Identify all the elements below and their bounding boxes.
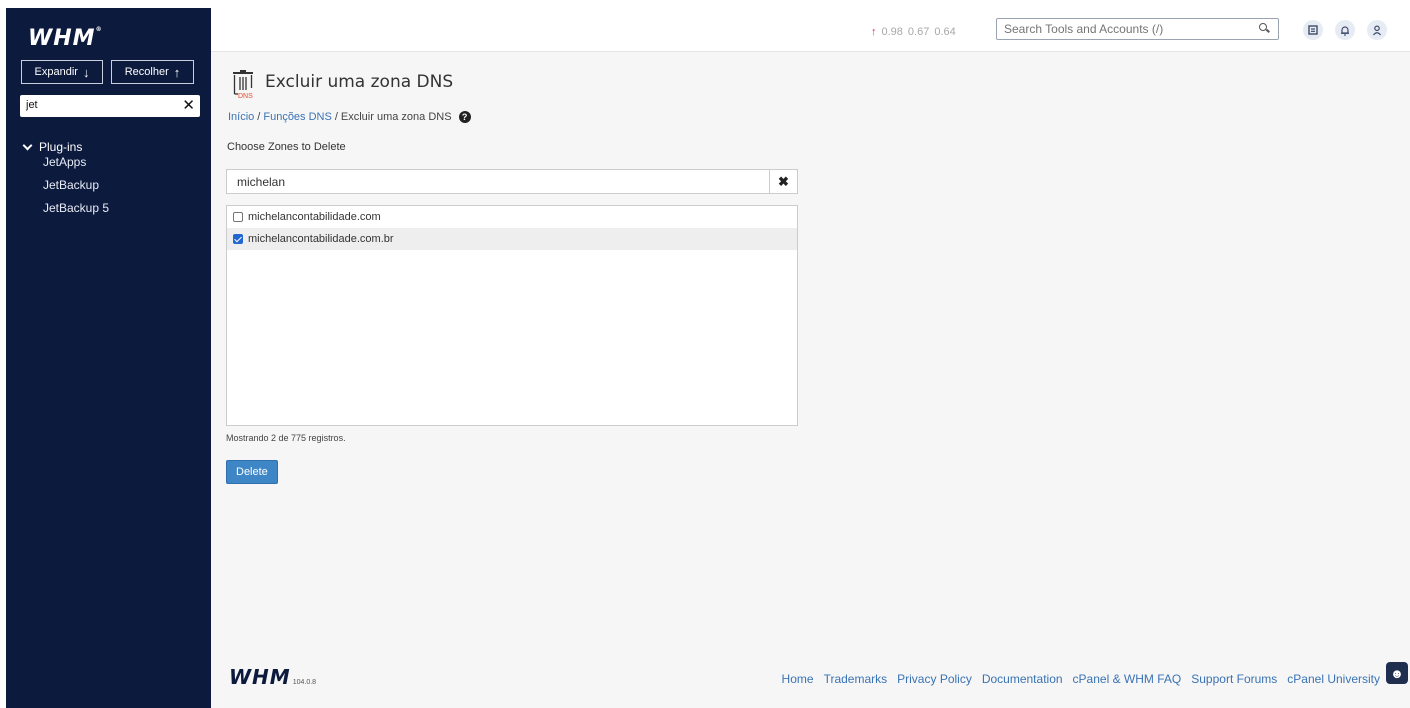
zone-filter: ✖ [226,169,798,194]
record-count: Mostrando 2 de 775 registros. [226,433,346,443]
arrow-up-icon: ↑ [871,26,877,38]
sidebar-item-jetapps[interactable]: JetApps [43,155,86,169]
sidebar-search: ✕ [20,95,200,117]
footer-link-privacy-policy[interactable]: Privacy Policy [897,672,972,686]
dns-icon-label: DNS [238,93,253,100]
zone-filter-input[interactable] [227,170,769,193]
sidebar-section-label: Plug-ins [39,140,83,154]
expand-button[interactable]: Expandir ↓ [21,60,103,84]
sidebar-search-input[interactable] [20,95,170,115]
collapse-button[interactable]: Recolher ↑ [111,60,194,84]
footer-link-cpanel-university[interactable]: cPanel University [1287,672,1380,686]
chevron-down-icon [22,140,33,150]
zone-row[interactable]: michelancontabilidade.com [227,206,797,228]
sidebar-item-jetbackup-5[interactable]: JetBackup 5 [43,201,109,215]
page-title: Excluir uma zona DNS [265,72,454,92]
search-icon[interactable] [1255,20,1273,38]
footer-link-trademarks[interactable]: Trademarks [824,672,888,686]
clear-filter-button[interactable]: ✖ [769,170,797,193]
sidebar-section-plugins[interactable]: Plug-ins [22,140,83,154]
topbar: ↑ 0.98 0.67 0.64 [211,8,1410,52]
breadcrumb-separator: / [257,111,261,123]
whm-footer-logo: WHM [229,665,291,689]
breadcrumb-home-link[interactable]: Início [228,111,254,123]
server-load: ↑ 0.98 0.67 0.64 [871,26,956,38]
help-icon[interactable]: ? [458,111,471,123]
load-15: 0.64 [934,26,956,38]
search-input[interactable] [997,22,1255,36]
footer-link-home[interactable]: Home [782,672,814,686]
sidebar: WHM® Expandir ↓ Recolher ↑ ✕ Plug-ins Je… [6,8,211,708]
footer-links: Home Trademarks Privacy Policy Documenta… [782,672,1380,686]
sidebar-item-jetbackup[interactable]: JetBackup [43,178,99,192]
breadcrumb-separator: / [334,111,338,123]
whm-logo[interactable]: WHM® [28,26,103,51]
zone-label: michelancontabilidade.com.br [248,233,394,245]
arrow-up-icon: ↑ [173,64,181,80]
arrow-down-icon: ↓ [82,64,90,80]
load-5: 0.67 [907,26,930,38]
delete-button[interactable]: Delete [226,460,278,484]
footer-link-faq[interactable]: cPanel & WHM FAQ [1073,672,1182,686]
footer-link-support-forums[interactable]: Support Forums [1191,672,1277,686]
choose-zones-label: Choose Zones to Delete [227,141,346,153]
zone-row[interactable]: michelancontabilidade.com.br [227,228,797,250]
collapse-label: Recolher [124,66,169,78]
user-icon[interactable] [1367,20,1387,40]
breadcrumb-parent-link[interactable]: Funções DNS [263,111,331,123]
breadcrumb: Início / Funções DNS / Excluir uma zona … [228,111,471,123]
footer-link-documentation[interactable]: Documentation [982,672,1063,686]
expand-label: Expandir [34,66,78,78]
zone-checkbox[interactable] [233,212,243,222]
main-content: DNS Excluir uma zona DNS Início / Funçõe… [211,52,1410,708]
global-search [996,18,1279,40]
chat-icon[interactable]: ☻ [1386,662,1408,684]
bell-icon[interactable] [1335,20,1355,40]
load-1: 0.98 [881,26,903,38]
notes-icon[interactable] [1303,20,1323,40]
zone-list: michelancontabilidade.com michelancontab… [226,205,798,426]
dns-trash-icon: DNS [231,70,257,100]
breadcrumb-current: Excluir uma zona DNS [340,111,452,123]
footer-logo: WHM 104.0.8 [229,665,316,689]
version-text: 104.0.8 [292,679,317,686]
zone-label: michelancontabilidade.com [248,211,381,223]
zone-checkbox[interactable] [233,234,243,244]
close-icon[interactable]: ✕ [182,96,195,114]
